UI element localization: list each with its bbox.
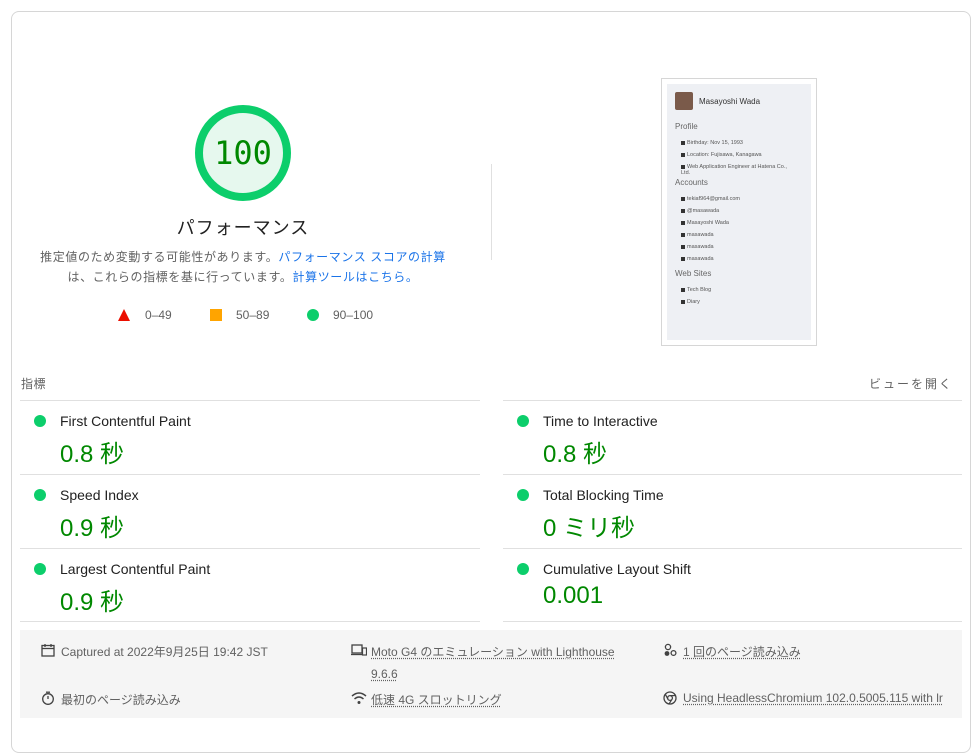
account-row-text: Masayoshi Wada [687,220,729,226]
profile-name: Masayoshi Wada [699,97,760,106]
account-row: masawada [681,256,714,262]
website-row: Diary [681,299,700,305]
divider [491,164,492,260]
service-icon [681,245,685,249]
metric-value: 0.8 秒 [543,434,607,469]
bookmark-icon [681,288,685,292]
triangle-icon [118,309,130,321]
avatar [675,92,693,110]
metrics-label: 指標 [21,375,46,392]
wifi-icon [351,691,367,705]
website-row: Tech Blog [681,287,711,293]
pass-circle-icon [34,563,46,575]
gauge-title: パフォーマンス [130,214,356,240]
metric-name: Time to Interactive [543,413,658,429]
metric-value: 0.9 秒 [60,508,124,543]
browser-text[interactable]: Using HeadlessChromium 102.0.5005.115 wi… [683,691,943,705]
final-screenshot[interactable]: Masayoshi Wada Profile Birthday: Nov 15,… [661,78,817,346]
metric-time-to-interactive: Time to Interactive 0.8 秒 [503,401,963,475]
legend-average-label: 50–89 [236,308,269,322]
screenshot-content: Masayoshi Wada Profile Birthday: Nov 15,… [667,84,811,340]
legend-fail-label: 0–49 [145,308,172,322]
metric-largest-contentful-paint: Largest Contentful Paint 0.9 秒 [20,549,480,623]
score-calc-link[interactable]: パフォーマンス スコアの計算 [278,250,446,264]
device-version-text[interactable]: 9.6.6 [371,667,398,681]
profile-row-text: Web Application Engineer at Hatena Co., … [681,164,787,176]
account-row-text: @masawada [687,208,719,214]
metric-name: First Contentful Paint [60,413,191,429]
profile-row: Birthday: Nov 15, 1993 [681,140,743,146]
profile-row: Location: Fujisawa, Kanagawa [681,152,762,158]
service-icon [681,257,685,261]
metric-cumulative-layout-shift: Cumulative Layout Shift 0.001 [503,549,963,623]
circle-icon [307,309,319,321]
twitter-icon [681,209,685,213]
devices-icon [351,643,367,657]
throttling-text[interactable]: 低速 4G スロットリング [371,691,502,708]
pass-circle-icon [517,563,529,575]
bookmark-icon [681,300,685,304]
captured-text: Captured at 2022年9月25日 19:42 JST [61,643,268,660]
square-icon [210,309,222,321]
account-row: @masawada [681,208,719,214]
metric-name: Total Blocking Time [543,487,664,503]
metric-value: 0 ミリ秒 [543,508,635,543]
accounts-heading: Accounts [675,178,708,187]
performance-gauge[interactable]: 100 [194,104,292,202]
profile-heading: Profile [675,122,698,131]
calendar-icon [681,141,685,145]
toggle-view-button[interactable]: ビューを開く [869,375,953,392]
google-icon [681,197,685,201]
account-row: tekiaf964@gmail.com [681,196,740,202]
location-icon [681,153,685,157]
pass-circle-icon [517,489,529,501]
runtime-settings: Captured at 2022年9月25日 19:42 JST Moto G4… [20,630,962,718]
metric-first-contentful-paint: First Contentful Paint 0.8 秒 [20,401,480,475]
chrome-icon [663,691,677,705]
account-row-text: tekiaf964@gmail.com [687,196,740,202]
metric-name: Speed Index [60,487,139,503]
metric-name: Largest Contentful Paint [60,561,210,577]
account-row: masawada [681,232,714,238]
facebook-icon [681,221,685,225]
profile-row: Web Application Engineer at Hatena Co., … [681,164,797,176]
account-row-text: masawada [687,256,714,262]
metric-value: 0.001 [543,582,603,610]
pass-circle-icon [34,489,46,501]
account-row: masawada [681,244,714,250]
device-text[interactable]: Moto G4 のエミュレーション with Lighthouse [371,643,615,660]
initial-load-text: 最初のページ読み込み [61,691,181,708]
account-row-text: masawada [687,232,714,238]
stopwatch-icon [41,691,55,705]
websites-heading: Web Sites [675,269,711,278]
calculator-link[interactable]: 計算ツールはこちら。 [293,270,419,284]
calendar-icon [41,643,55,657]
gauge-desc-text-2: は、これらの指標を基に行っています。 [67,270,292,284]
metric-speed-index: Speed Index 0.9 秒 [20,475,480,549]
page-load-icon [663,643,677,657]
gauge-description: 推定値のため変動する可能性があります。パフォーマンス スコアの計算 は、これらの… [40,247,446,287]
briefcase-icon [681,165,685,169]
pass-circle-icon [34,415,46,427]
metric-name: Cumulative Layout Shift [543,561,691,577]
metric-value: 0.9 秒 [60,582,124,617]
account-row: Masayoshi Wada [681,220,729,226]
account-row-text: masawada [687,244,714,250]
gauge-score: 100 [194,104,292,202]
github-icon [681,233,685,237]
gauge-desc-text: 推定値のため変動する可能性があります。 [40,250,278,264]
metric-total-blocking-time: Total Blocking Time 0 ミリ秒 [503,475,963,549]
profile-row-text: Birthday: Nov 15, 1993 [687,140,743,146]
legend-pass-label: 90–100 [333,308,373,322]
metric-value: 0.8 秒 [60,434,124,469]
pass-circle-icon [517,415,529,427]
website-row-text: Tech Blog [687,287,711,293]
website-row-text: Diary [687,299,700,305]
page-loads-text[interactable]: 1 回のページ読み込み [683,643,801,660]
profile-row-text: Location: Fujisawa, Kanagawa [687,152,762,158]
